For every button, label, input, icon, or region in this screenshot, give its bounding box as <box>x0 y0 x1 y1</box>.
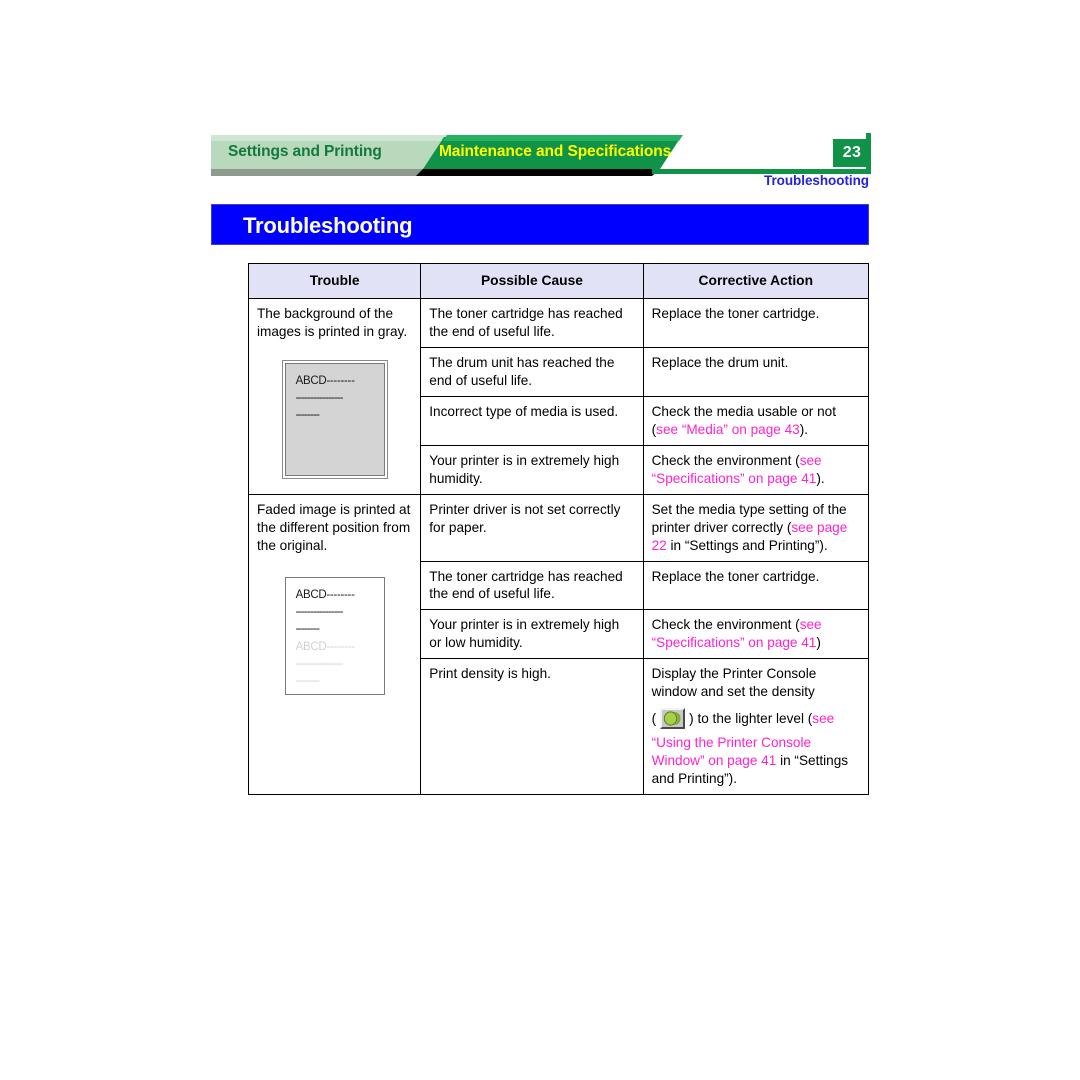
print-sample-illustration: ABCD-------- ---------------- -------- ABCD… <box>284 576 385 695</box>
cell-possible-cause: The drum unit has reached the end of use… <box>420 347 644 397</box>
column-header-corrective-action: Corrective Action <box>642 262 870 300</box>
action-text: ). <box>799 421 809 437</box>
trouble-description: Faded image is printed at the different … <box>257 501 411 553</box>
section-banner: Settings and Printing Maintenance and Sp… <box>211 133 871 177</box>
cell-corrective-action: Display the Printer Console window and s… <box>642 658 870 795</box>
tab-settings-and-printing[interactable]: Settings and Printing <box>228 143 382 161</box>
cell-trouble: The background of the images is printed … <box>247 298 422 495</box>
title-accent-block <box>212 205 239 244</box>
trouble-description: The background of the images is printed … <box>257 306 408 340</box>
density-instruction-line: ( ) to the lighter level (see <box>651 708 860 730</box>
paren-open: ( <box>651 710 657 726</box>
cell-corrective-action: Replace the drum unit. <box>642 347 870 397</box>
action-text: Replace the toner cartridge. <box>651 568 820 584</box>
action-text: in “Settings and Printing”). <box>666 537 828 553</box>
sample-line-faded: ABCD-------- <box>295 640 355 653</box>
column-header-trouble: Trouble <box>247 262 422 300</box>
action-text: Check the environment ( <box>651 452 800 468</box>
sample-line: ABCD-------- <box>295 375 355 388</box>
action-text: Replace the toner cartridge. <box>651 306 820 322</box>
column-header-possible-cause: Possible Cause <box>420 262 644 300</box>
sample-line-faded: -------- <box>295 674 320 687</box>
tab-maintenance-and-specifications[interactable]: Maintenance and Specifications <box>439 143 671 161</box>
sample-line: -------- <box>295 409 320 422</box>
action-text: Display the Printer Console window and s… <box>651 666 817 700</box>
cell-corrective-action: Check the environment (see “Specificatio… <box>642 609 870 660</box>
print-sample-illustration: ABCD-------- ---------------- -------- <box>284 363 385 477</box>
cell-possible-cause: Your printer is in extremely high or low… <box>420 609 644 660</box>
table-row: The background of the images is printed … <box>247 298 870 495</box>
cell-possible-cause: Incorrect type of media is used. <box>420 395 644 446</box>
action-text: ) to the lighter level ( <box>689 710 813 726</box>
cell-corrective-action: Replace the toner cartridge. <box>642 298 870 349</box>
cell-trouble: Faded image is printed at the different … <box>247 493 422 795</box>
sample-line: ---------------- <box>295 392 344 405</box>
page-number-badge: 23 <box>833 139 871 167</box>
cell-corrective-action: Check the environment (see “Specificatio… <box>642 444 870 495</box>
cell-possible-cause: The toner cartridge has reached the end … <box>420 298 644 349</box>
header-subtitle: Troubleshooting <box>764 173 869 188</box>
cell-corrective-action: Replace the toner cartridge. <box>642 560 870 611</box>
table-body: The background of the images is printed … <box>247 298 870 795</box>
cell-corrective-action: Set the media type setting of the printe… <box>642 493 870 562</box>
cross-reference-link[interactable]: see <box>812 710 834 728</box>
sample-line: ABCD-------- <box>295 588 355 601</box>
sample-line: -------- <box>295 622 320 635</box>
action-text: ) <box>816 635 821 651</box>
sample-line-faded: ---------------- <box>295 657 344 670</box>
page-title-bar: Troubleshooting <box>211 204 869 245</box>
table-row: Faded image is printed at the different … <box>247 493 870 795</box>
action-text: Replace the drum unit. <box>651 355 789 371</box>
sample-line: ---------------- <box>295 605 344 618</box>
page-title: Troubleshooting <box>243 213 413 238</box>
cell-corrective-action: Check the media usable or not (see “Medi… <box>642 395 870 446</box>
cross-reference-link[interactable]: see “Media” on page 43 <box>656 422 800 437</box>
cell-possible-cause: The toner cartridge has reached the end … <box>420 560 644 611</box>
action-text: Check the environment ( <box>651 617 800 633</box>
sample-image-wrapper: ABCD-------- ---------------- -------- ABCD… <box>257 576 412 695</box>
sample-image-wrapper: ABCD-------- ---------------- -------- <box>257 363 412 477</box>
cell-possible-cause: Printer driver is not set correctly for … <box>420 493 644 562</box>
cell-possible-cause: Print density is high. <box>420 658 644 795</box>
print-density-icon[interactable] <box>660 708 686 730</box>
cell-possible-cause: Your printer is in extremely high humidi… <box>420 444 644 495</box>
cross-reference-block: “Using the Printer Console Window” on pa… <box>652 734 860 788</box>
action-text: ). <box>816 470 825 486</box>
troubleshooting-table: Trouble Possible Cause Corrective Action… <box>247 262 870 795</box>
table-header-row: Trouble Possible Cause Corrective Action <box>247 262 870 300</box>
